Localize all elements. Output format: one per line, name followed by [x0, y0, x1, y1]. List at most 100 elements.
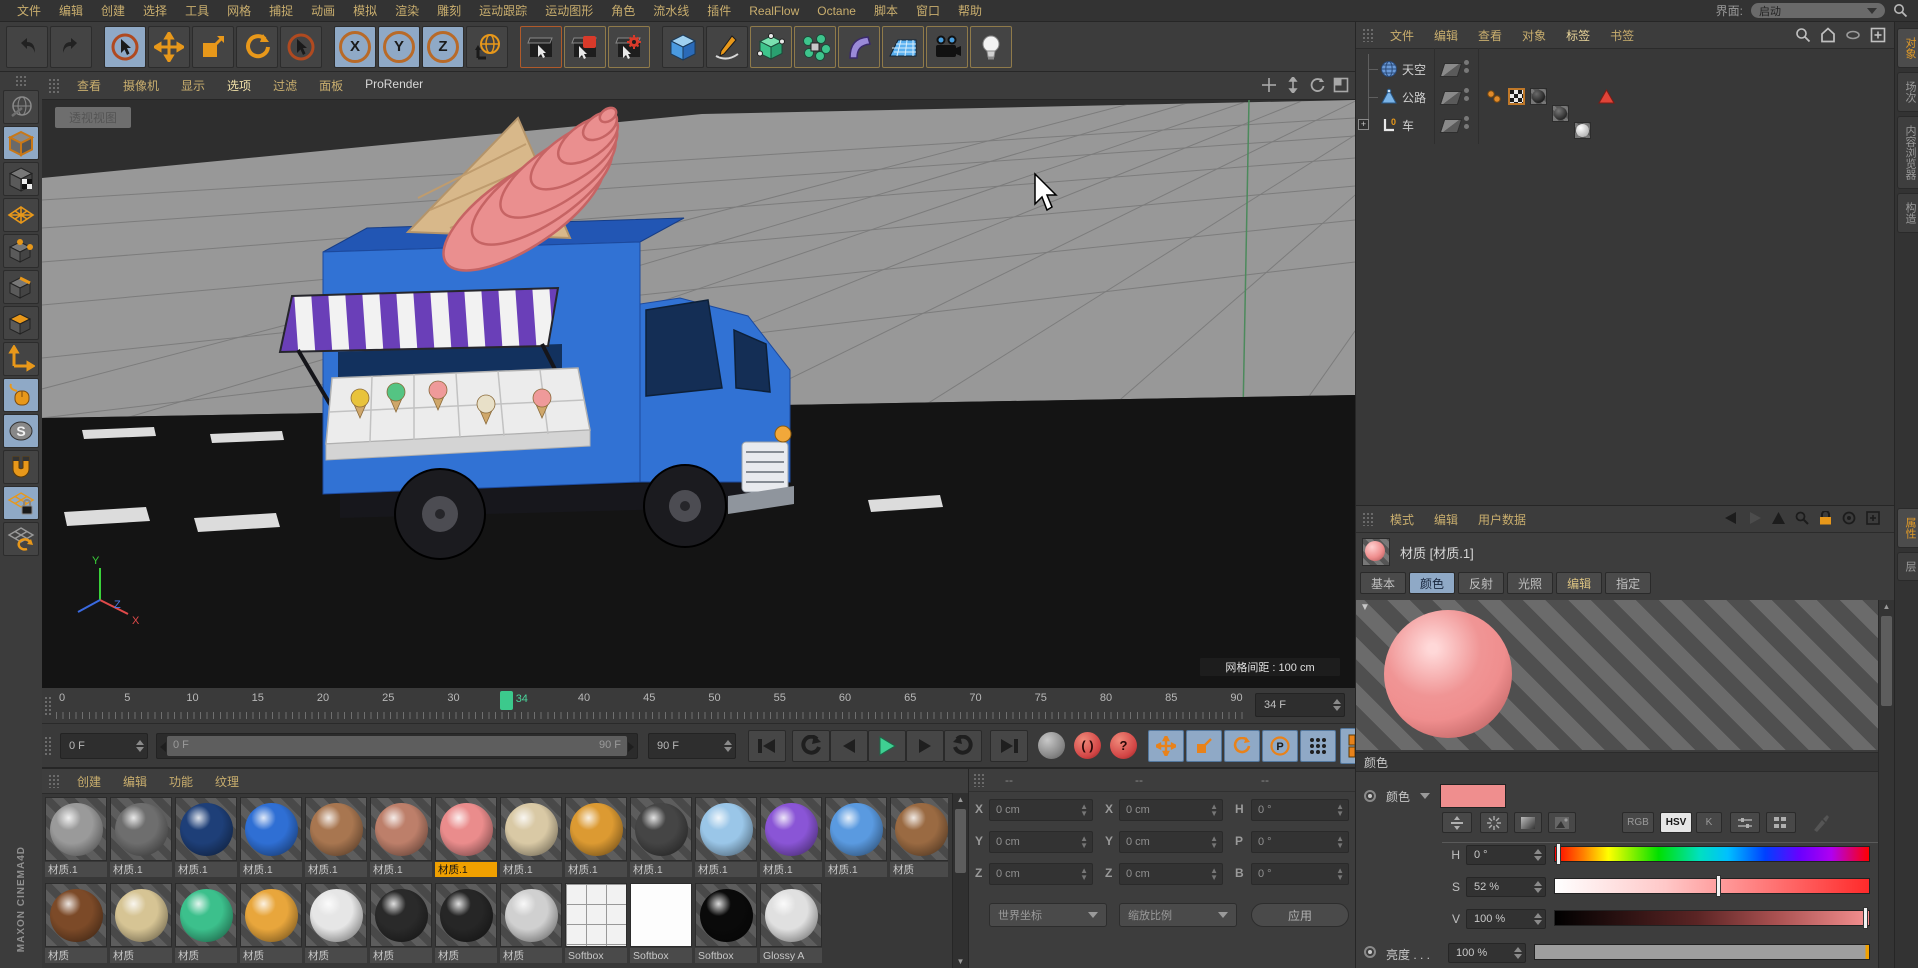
saturation-slider-handle[interactable] — [1716, 875, 1722, 897]
menu-item-运动图形[interactable]: 运动图形 — [536, 2, 602, 19]
frame-range-slider[interactable]: 0 F 90 F — [156, 733, 638, 759]
pan-view-icon[interactable] — [1261, 77, 1277, 93]
material-menu-grip[interactable] — [48, 774, 60, 788]
material-tile[interactable]: 材质.1 — [370, 797, 432, 877]
material-tile[interactable]: Softbox — [630, 883, 692, 963]
menu-item-功能[interactable]: 功能 — [158, 773, 204, 790]
rgb-mode-button[interactable]: RGB — [1622, 812, 1654, 833]
color-swatches-button[interactable] — [1766, 812, 1796, 833]
interface-dropdown[interactable]: 启动 — [1751, 3, 1885, 18]
add-light-button[interactable] — [970, 25, 1012, 68]
home-icon[interactable] — [1820, 27, 1836, 43]
material-scroll-thumb[interactable] — [955, 809, 966, 873]
menu-item-编辑[interactable]: 编辑 — [1424, 27, 1468, 44]
search-icon[interactable] — [1795, 27, 1811, 43]
history-back-icon[interactable] — [1724, 512, 1738, 524]
render-picture-viewer-button[interactable] — [564, 25, 606, 68]
keyframe-selection-button[interactable]: ? — [1110, 732, 1137, 759]
move-tool-button[interactable] — [148, 25, 190, 68]
menu-item-查看[interactable]: 查看 — [66, 77, 112, 94]
workplane-align-button[interactable] — [3, 522, 39, 556]
history-forward-icon[interactable] — [1748, 512, 1762, 524]
saturation-stepper[interactable] — [1531, 881, 1545, 893]
next-frame-button[interactable] — [906, 730, 944, 762]
play-button[interactable] — [868, 730, 906, 762]
menu-item-渲染[interactable]: 渲染 — [386, 2, 428, 19]
menu-item-Octane[interactable]: Octane — [808, 4, 865, 18]
value-slider[interactable] — [1554, 907, 1870, 929]
menu-item-捕捉[interactable]: 捕捉 — [260, 2, 302, 19]
coord-field[interactable]: 0 ° ▲ ▼ — [1251, 799, 1349, 821]
add-view-icon[interactable] — [1870, 27, 1886, 43]
side-tab-构造[interactable]: 构造 — [1897, 193, 1918, 233]
points-mode-button[interactable] — [3, 234, 39, 268]
material-tile[interactable]: Glossy A — [760, 883, 822, 963]
target-icon[interactable] — [1842, 511, 1856, 525]
menu-item-工具[interactable]: 工具 — [176, 2, 218, 19]
material-tile[interactable]: 材质.1 — [760, 797, 822, 877]
tab-基本[interactable]: 基本 — [1360, 572, 1407, 594]
render-settings-button[interactable] — [608, 25, 650, 68]
coords-grip[interactable] — [973, 773, 985, 787]
parent-up-icon[interactable] — [1772, 512, 1785, 524]
menu-item-模式[interactable]: 模式 — [1380, 511, 1424, 528]
menu-item-角色[interactable]: 角色 — [602, 2, 644, 19]
attribute-scroll-thumb[interactable] — [1881, 616, 1892, 706]
frame-stepper[interactable] — [1330, 699, 1344, 711]
material-tile[interactable]: 材质 — [435, 883, 497, 963]
menu-item-纹理[interactable]: 纹理 — [204, 773, 250, 790]
timeline-ruler[interactable]: 0 5 10 15 20 25 30 40 45 50 55 60 65 70 75 80 85 90 34 34… — [42, 688, 1355, 724]
select-tool-button[interactable] — [104, 25, 146, 68]
menu-item-运动跟踪[interactable]: 运动跟踪 — [470, 2, 536, 19]
goto-start-button[interactable] — [748, 730, 786, 762]
visibility-dots[interactable] — [1464, 116, 1469, 129]
key-pla-toggle[interactable] — [1300, 730, 1336, 762]
coord-field[interactable]: 0 ° ▲ ▼ — [1251, 863, 1349, 885]
workplane-lock-button[interactable] — [3, 486, 39, 520]
color-swatch[interactable] — [1440, 784, 1507, 808]
play-forwards-button[interactable] — [944, 730, 982, 762]
visibility-dots[interactable] — [1464, 60, 1469, 73]
menu-item-过滤[interactable]: 过滤 — [262, 77, 308, 94]
scroll-up-icon[interactable]: ▲ — [1879, 600, 1894, 613]
side-tab-属性[interactable]: 属性 — [1897, 508, 1918, 548]
lock-x-axis-button[interactable]: X — [334, 25, 376, 68]
menu-item-动画[interactable]: 动画 — [302, 2, 344, 19]
add-camera-button[interactable] — [926, 25, 968, 68]
texture-mode-button[interactable] — [3, 162, 39, 196]
model-mode-button[interactable] — [3, 126, 39, 160]
end-frame-field[interactable]: 90 F — [648, 733, 736, 759]
menu-item-创建[interactable]: 创建 — [66, 773, 112, 790]
material-scrollbar[interactable]: ▲ ▼ — [952, 793, 968, 968]
add-generator-button[interactable] — [750, 25, 792, 68]
path-icon[interactable] — [1845, 27, 1861, 43]
axis-mode-button[interactable] — [3, 342, 39, 376]
side-tab-对象[interactable]: 对象 — [1897, 28, 1918, 68]
material-tile[interactable]: 材质 — [110, 883, 172, 963]
material-tile[interactable]: 材质.1 — [305, 797, 367, 877]
material-tile[interactable]: 材质.1 — [500, 797, 562, 877]
key-rotation-toggle[interactable] — [1224, 730, 1260, 762]
material-tile[interactable]: 材质.1 — [630, 797, 692, 877]
hsv-mode-button[interactable]: HSV — [1660, 812, 1692, 833]
key-position-toggle[interactable] — [1148, 730, 1184, 762]
material-tile[interactable]: 材质.1 — [435, 797, 497, 877]
play-backwards-button[interactable] — [792, 730, 830, 762]
key-scale-toggle[interactable] — [1186, 730, 1222, 762]
phong-tag-icon[interactable] — [1598, 88, 1615, 105]
range-left-arrow-icon[interactable] — [160, 742, 166, 752]
brightness-field[interactable]: 100 % — [1448, 943, 1526, 963]
previous-frame-button[interactable] — [830, 730, 868, 762]
coord-field[interactable]: 0 ° ▲ ▼ — [1251, 831, 1349, 853]
menu-item-查看[interactable]: 查看 — [1468, 27, 1512, 44]
new-panel-icon[interactable] — [1866, 511, 1880, 525]
menu-item-面板[interactable]: 面板 — [308, 77, 354, 94]
color-section-header[interactable]: 颜色 — [1356, 752, 1880, 772]
side-tab-内容浏览器[interactable]: 内容浏览器 — [1897, 116, 1918, 189]
menu-item-选择[interactable]: 选择 — [134, 2, 176, 19]
coordinate-system-button[interactable] — [466, 25, 508, 68]
tab-颜色[interactable]: 颜色 — [1409, 572, 1456, 594]
hue-stepper[interactable] — [1531, 849, 1545, 861]
autokeying-button[interactable]: ( ) — [1074, 732, 1101, 759]
preview-collapse-icon[interactable]: ▼ — [1360, 602, 1370, 613]
